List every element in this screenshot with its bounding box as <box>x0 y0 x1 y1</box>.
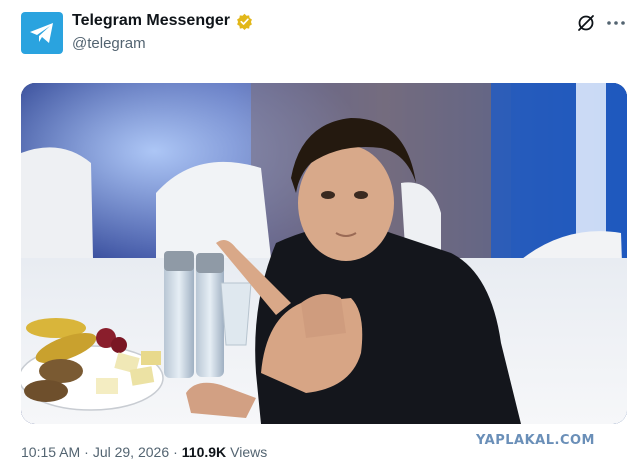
meta-separator-2: · <box>173 444 178 460</box>
grok-icon <box>578 15 594 31</box>
photo-illustration <box>21 83 627 424</box>
tweet-meta: 10:15 AM · Jul 29, 2026 · 110.9K Views <box>21 444 267 460</box>
watermark: YAPLAKAL.COM <box>476 433 595 448</box>
verified-badge-icon <box>237 13 252 30</box>
views-label: Views <box>230 444 268 460</box>
author-name-row: Telegram Messenger <box>72 12 253 30</box>
more-options-button[interactable] <box>604 11 628 35</box>
author-handle[interactable]: @telegram <box>72 35 146 52</box>
tweet-card: Telegram Messenger @telegram 10:15 AM · … <box>0 0 640 471</box>
meta-separator: · <box>84 444 89 460</box>
more-options-icon <box>607 21 625 25</box>
tweet-date[interactable]: Jul 29, 2026 <box>93 444 169 460</box>
avatar[interactable] <box>21 12 63 54</box>
author-display-name[interactable]: Telegram Messenger <box>72 12 230 30</box>
grok-button[interactable] <box>574 11 598 35</box>
tweet-photo[interactable] <box>21 83 627 424</box>
telegram-paper-plane-icon <box>30 23 53 43</box>
views-count: 110.9K <box>181 444 227 460</box>
tweet-time[interactable]: 10:15 AM <box>21 444 80 460</box>
